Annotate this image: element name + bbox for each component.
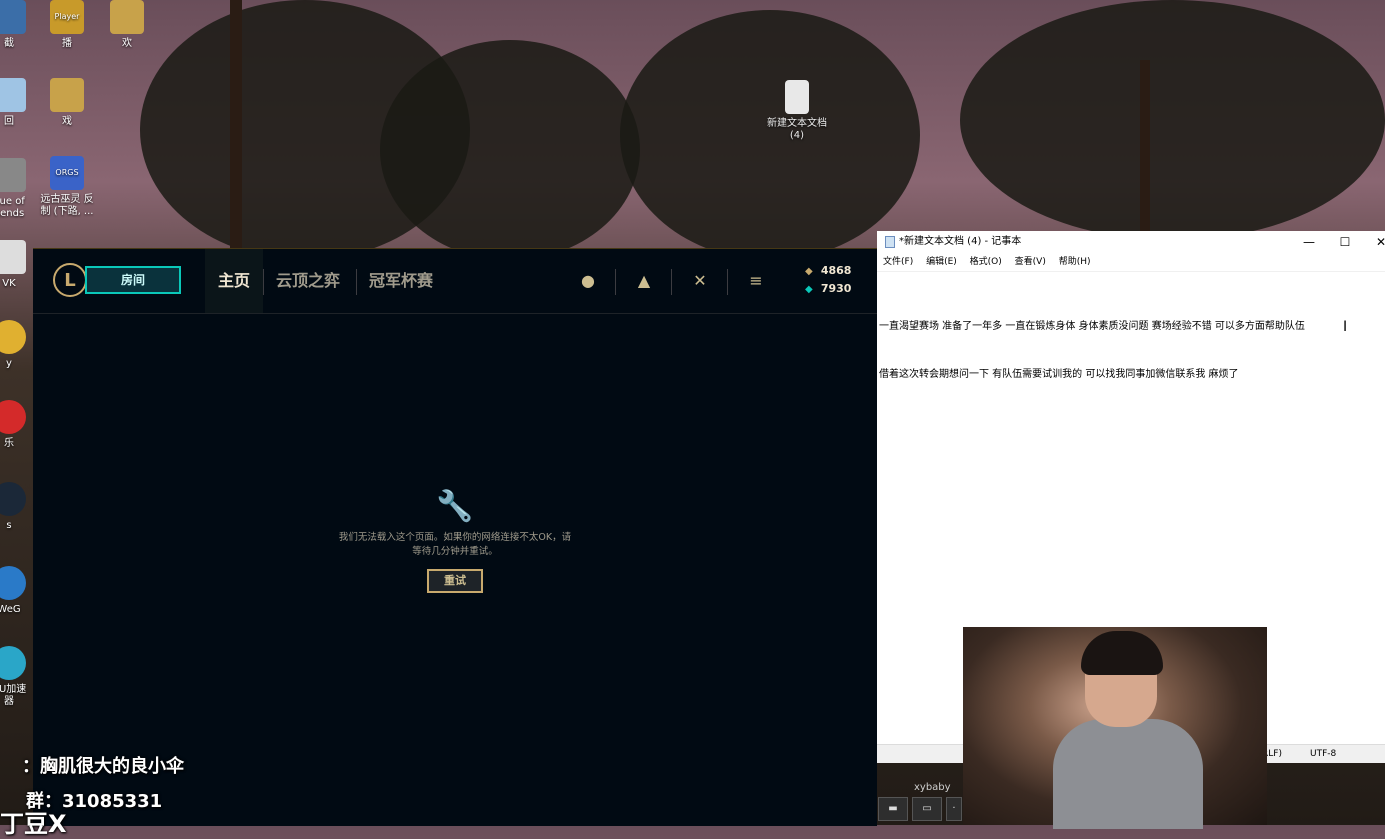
- riot-points-icon: ◆: [805, 284, 813, 295]
- nav-divider: [671, 269, 672, 295]
- menu-help[interactable]: 帮助(H): [1059, 257, 1091, 267]
- wallpaper-trunk: [1140, 60, 1150, 240]
- riot-points: ◆ 7930: [805, 282, 852, 295]
- app-icon: [0, 320, 26, 354]
- recycle-bin-icon: [0, 78, 26, 112]
- screen-share-icon[interactable]: ▭: [912, 797, 942, 821]
- webcam-overlay: [963, 627, 1267, 829]
- error-message: 我们无法载入这个页面。如果你的网络连接不太OK，请 等待几分钟并重试。: [338, 532, 572, 557]
- menu-format[interactable]: 格式(O): [970, 257, 1002, 267]
- orgs-icon: ORGS: [50, 156, 84, 190]
- weg-icon: [0, 566, 26, 600]
- streamer-hair: [1081, 631, 1163, 675]
- retry-button[interactable]: 重试: [427, 569, 483, 593]
- lol-app-icon: [0, 158, 26, 192]
- close-button[interactable]: ✕: [1363, 231, 1385, 253]
- collection-icon[interactable]: ▲: [634, 271, 654, 291]
- profile-icon[interactable]: ●: [578, 271, 598, 291]
- chat-username: xybaby: [914, 782, 951, 793]
- nav-divider: [263, 269, 264, 295]
- status-encoding: UTF-8: [1310, 749, 1337, 759]
- editor-line: 一直渴望赛场 准备了一年多 一直在锻炼身体 身体素质没问题 赛场经验不错 可以多…: [879, 321, 1305, 332]
- wallpaper-tree: [380, 40, 640, 260]
- folder-icon: [50, 78, 84, 112]
- menu-edit[interactable]: 编辑(E): [926, 257, 957, 267]
- uu-accelerator-icon: [0, 646, 26, 680]
- lol-logo[interactable]: L: [53, 263, 87, 297]
- nav-divider: [615, 269, 616, 295]
- notepad-titlebar[interactable]: *新建文本文档 (4) - 记事本 — ☐ ✕: [877, 231, 1385, 253]
- lobby-button[interactable]: 房间: [85, 266, 181, 294]
- chat-bubble-icon[interactable]: ▬: [878, 797, 908, 821]
- error-panel: 🔧 我们无法载入这个页面。如果你的网络连接不太OK，请 等待几分钟并重试。 重试: [323, 487, 587, 593]
- lol-nav-bar: L 房间 主页 云顶之弈 冠军杯赛 ● ▲ ✕ ≡ ◆ 4868 ◆ 7930: [33, 249, 877, 314]
- maximize-button[interactable]: ☐: [1327, 231, 1363, 253]
- stream-caption-name: ：胸肌很大的良小伞: [22, 756, 184, 777]
- music-app-icon: [0, 400, 26, 434]
- wallpaper-tree: [960, 0, 1385, 240]
- folder-icon: [110, 0, 144, 34]
- notepad-editor[interactable]: 一直渴望赛场 准备了一年多 一直在锻炼身体 身体素质没问题 赛场经验不错 可以多…: [879, 287, 1379, 415]
- tab-clash[interactable]: 冠军杯赛: [369, 249, 433, 313]
- menu-view[interactable]: 查看(V): [1015, 257, 1046, 267]
- tab-home[interactable]: 主页: [205, 249, 263, 313]
- lol-client-window: L 房间 主页 云顶之弈 冠军杯赛 ● ▲ ✕ ≡ ◆ 4868 ◆ 7930 …: [33, 248, 877, 826]
- stream-caption-partial: 丁豆X: [0, 810, 67, 838]
- wallpaper-trunk: [230, 0, 242, 250]
- tab-tft[interactable]: 云顶之弈: [276, 249, 340, 313]
- streamer-body: [1053, 719, 1203, 829]
- blue-essence-icon: ◆: [805, 266, 813, 277]
- steam-icon: [0, 482, 26, 516]
- app-icon: [0, 0, 26, 34]
- store-icon[interactable]: ≡: [746, 271, 766, 291]
- editor-line: 借着这次转会期想问一下 有队伍需要试训我的 可以找我同事加微信联系我 麻烦了: [879, 369, 1239, 380]
- text-cursor-icon: I: [1343, 319, 1348, 335]
- wrench-icon: 🔧: [436, 489, 474, 524]
- minimize-button[interactable]: —: [1291, 231, 1327, 253]
- desktop-icon[interactable]: 戏: [32, 78, 102, 128]
- nav-divider: [356, 269, 357, 295]
- desktop-icon-textfile[interactable]: 新建文本文档 (4): [762, 80, 832, 142]
- mic-icon[interactable]: ·: [946, 797, 962, 821]
- text-file-icon: [785, 80, 809, 114]
- nav-divider: [727, 269, 728, 295]
- player-icon: Player: [50, 0, 84, 34]
- notepad-title: *新建文本文档 (4) - 记事本: [899, 236, 1022, 247]
- desktop-icon-orgs[interactable]: ORGS 远古巫灵 反 制 (下路, ...: [32, 156, 102, 218]
- blue-essence: ◆ 4868: [805, 264, 852, 277]
- document-icon: [0, 240, 26, 274]
- notepad-icon: [885, 236, 895, 248]
- loot-icon[interactable]: ✕: [690, 271, 710, 291]
- desktop-icon[interactable]: 欢: [92, 0, 162, 50]
- notepad-menubar: 文件(F) 编辑(E) 格式(O) 查看(V) 帮助(H): [877, 253, 1385, 272]
- menu-file[interactable]: 文件(F): [883, 257, 913, 267]
